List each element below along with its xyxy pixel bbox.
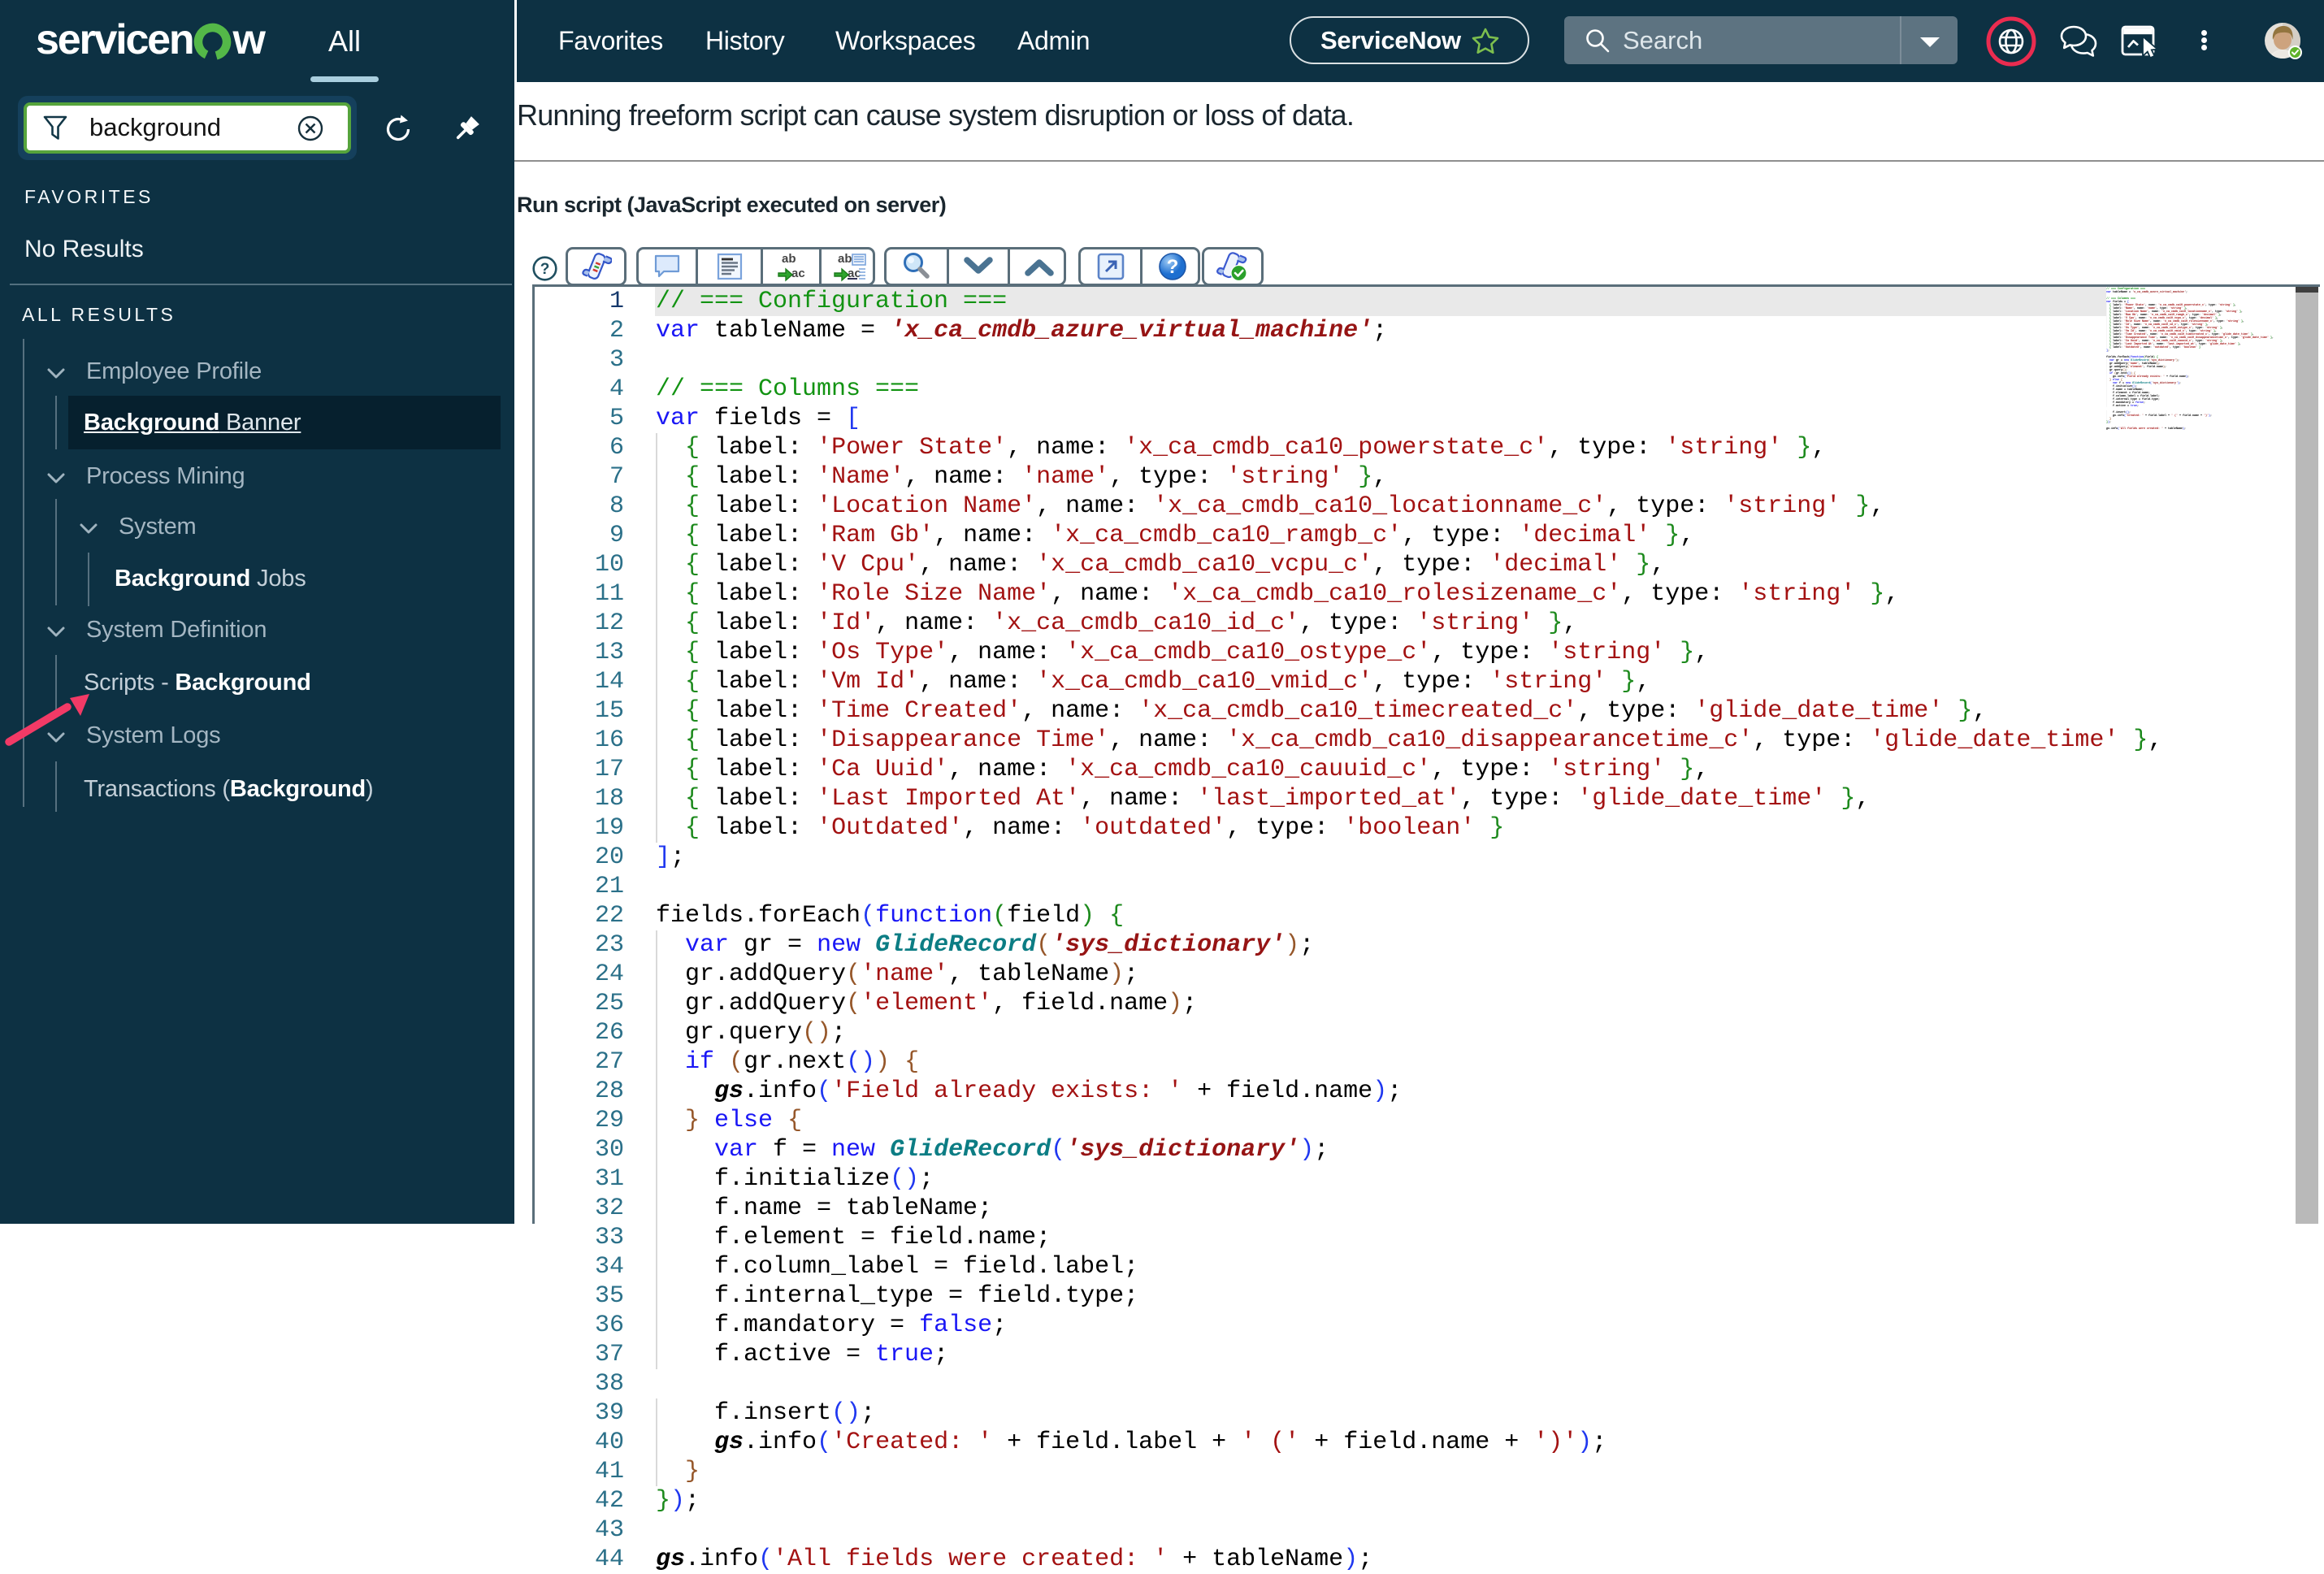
svg-text:?: ?: [1167, 256, 1179, 278]
svg-text:ab: ab: [838, 252, 852, 266]
svg-text:ab: ab: [782, 252, 796, 266]
svg-text:ac: ac: [791, 267, 805, 280]
svg-text:?: ?: [540, 261, 550, 278]
